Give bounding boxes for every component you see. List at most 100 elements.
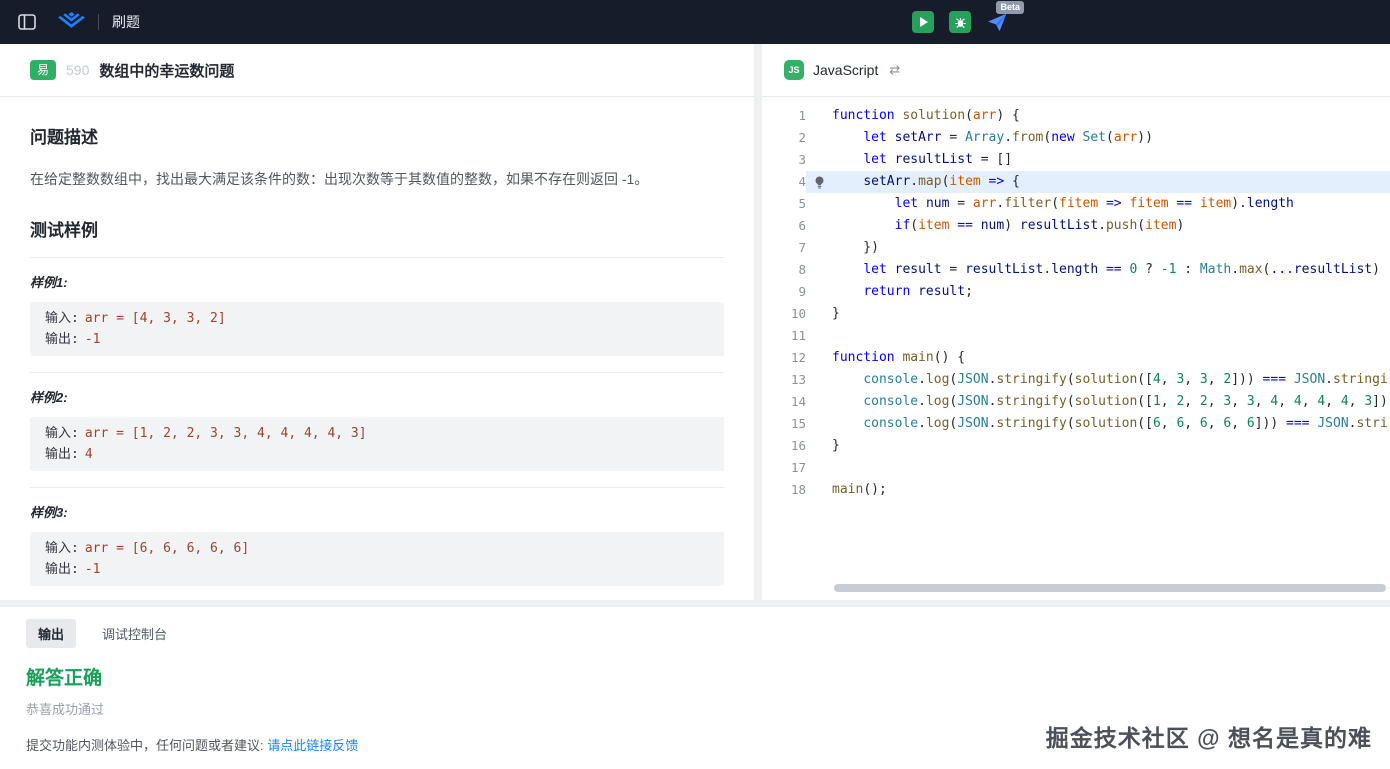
line-number: 9 bbox=[762, 281, 806, 303]
code-line[interactable]: 5 let num = arr.filter(fitem => fitem ==… bbox=[762, 193, 1390, 215]
input-label: 输入: bbox=[45, 541, 79, 556]
code-line[interactable]: 10} bbox=[762, 303, 1390, 325]
samples-heading: 测试样例 bbox=[30, 216, 724, 241]
line-number: 5 bbox=[762, 193, 806, 215]
editor-panel: JS JavaScript ⇄ 1function solution(arr) … bbox=[762, 44, 1390, 600]
difficulty-badge: 易 bbox=[30, 60, 56, 80]
code-line[interactable]: 15 console.log(JSON.stringify(solution([… bbox=[762, 413, 1390, 435]
input-label: 输入: bbox=[45, 311, 79, 326]
problem-description: 在给定整数数组中，找出最大满足该条件的数：出现次数等于其数值的整数，如果不存在则… bbox=[30, 168, 724, 192]
code-line[interactable]: 6 if(item == num) resultList.push(item) bbox=[762, 215, 1390, 237]
problem-panel: 易 590 数组中的幸运数问题 问题描述 在给定整数数组中，找出最大满足该条件的… bbox=[0, 44, 754, 600]
code-line[interactable]: 2 let setArr = Array.from(new Set(arr)) bbox=[762, 127, 1390, 149]
tab-debug-console[interactable]: 调试控制台 bbox=[102, 619, 167, 648]
output-value: 4 bbox=[85, 447, 93, 462]
output-label: 输出: bbox=[45, 332, 79, 347]
sample-block: 输入:arr = [1, 2, 2, 3, 3, 4, 4, 4, 4, 3] … bbox=[30, 417, 724, 471]
input-value: arr = [6, 6, 6, 6, 6] bbox=[85, 541, 249, 556]
sample-1-label: 样例1: bbox=[30, 272, 724, 291]
output-label: 输出: bbox=[45, 562, 79, 577]
line-number: 6 bbox=[762, 215, 806, 237]
beta-badge: Beta bbox=[996, 1, 1024, 14]
input-value: arr = [1, 2, 2, 3, 3, 4, 4, 4, 4, 3] bbox=[85, 426, 367, 441]
code-line[interactable]: 8 let result = resultList.length == 0 ? … bbox=[762, 259, 1390, 281]
language-label[interactable]: JavaScript bbox=[813, 62, 878, 78]
line-number: 14 bbox=[762, 391, 806, 413]
tab-output[interactable]: 输出 bbox=[26, 619, 76, 648]
line-number: 10 bbox=[762, 303, 806, 325]
debug-button[interactable] bbox=[949, 11, 971, 33]
run-button[interactable] bbox=[912, 11, 934, 33]
topbar: 刷题 Beta bbox=[0, 0, 1390, 44]
problem-content: 问题描述 在给定整数数组中，找出最大满足该条件的数：出现次数等于其数值的整数，如… bbox=[0, 97, 754, 600]
swap-language-icon[interactable]: ⇄ bbox=[889, 62, 900, 78]
feedback-link[interactable]: 请点此链接反馈 bbox=[267, 738, 358, 753]
input-value: arr = [4, 3, 3, 2] bbox=[85, 311, 226, 326]
input-label: 输入: bbox=[45, 426, 79, 441]
code-line[interactable]: 11 bbox=[762, 325, 1390, 347]
code-line[interactable]: 9 return result; bbox=[762, 281, 1390, 303]
lightbulb-icon[interactable] bbox=[814, 176, 825, 189]
line-number: 2 bbox=[762, 127, 806, 149]
sidebar-toggle-icon[interactable] bbox=[18, 14, 36, 30]
feedback-text: 提交功能内测体验中，任何问题或者建议: bbox=[26, 738, 267, 753]
paper-plane-icon bbox=[987, 13, 1007, 32]
line-number: 12 bbox=[762, 347, 806, 369]
divider bbox=[30, 372, 724, 373]
code-line[interactable]: 3 let resultList = [] bbox=[762, 149, 1390, 171]
code-line[interactable]: 18main(); bbox=[762, 479, 1390, 501]
sample-block: 输入: arr = [6, 6, 6, 6, 6] 输出: -1 bbox=[30, 532, 724, 586]
line-number: 13 bbox=[762, 369, 806, 391]
line-number: 16 bbox=[762, 435, 806, 457]
sample-2-label: 样例2: bbox=[30, 387, 724, 406]
console-divider[interactable] bbox=[0, 600, 1390, 607]
sample-block: 输入: arr = [4, 3, 3, 2] 输出: -1 bbox=[30, 302, 724, 356]
line-number: 7 bbox=[762, 237, 806, 259]
problem-title: 数组中的幸运数问题 bbox=[99, 60, 234, 81]
line-number: 15 bbox=[762, 413, 806, 435]
horizontal-scrollbar[interactable] bbox=[834, 584, 1386, 592]
watermark: 掘金技术社区 @ 想名是真的难 bbox=[1046, 719, 1372, 753]
line-number: 1 bbox=[762, 105, 806, 127]
panel-divider[interactable] bbox=[754, 44, 762, 600]
line-number: 3 bbox=[762, 149, 806, 171]
console-tabs: 输出 调试控制台 bbox=[26, 619, 1364, 648]
output-value: -1 bbox=[85, 562, 101, 577]
code-line[interactable]: 13 console.log(JSON.stringify(solution([… bbox=[762, 369, 1390, 391]
submit-button[interactable]: Beta bbox=[986, 11, 1008, 33]
result-status: 解答正确 bbox=[26, 663, 1364, 690]
line-number: 11 bbox=[762, 325, 806, 347]
juejin-logo-icon[interactable] bbox=[58, 12, 85, 33]
code-line[interactable]: 17 bbox=[762, 457, 1390, 479]
code-line[interactable]: 12function main() { bbox=[762, 347, 1390, 369]
editor-header: JS JavaScript ⇄ bbox=[762, 44, 1390, 97]
console-panel: 输出 调试控制台 解答正确 恭喜成功通过 提交功能内测体验中，任何问题或者建议:… bbox=[0, 607, 1390, 769]
line-number: 8 bbox=[762, 259, 806, 281]
description-heading: 问题描述 bbox=[30, 123, 724, 148]
javascript-icon: JS bbox=[784, 60, 804, 80]
line-number: 18 bbox=[762, 479, 806, 501]
divider bbox=[30, 487, 724, 488]
code-line[interactable]: 7 }) bbox=[762, 237, 1390, 259]
app-title: 刷题 bbox=[112, 12, 140, 32]
divider bbox=[30, 257, 724, 258]
line-number: 17 bbox=[762, 457, 806, 479]
bug-icon bbox=[954, 16, 967, 29]
output-label: 输出: bbox=[45, 447, 79, 462]
code-line[interactable]: 16} bbox=[762, 435, 1390, 457]
topbar-divider bbox=[98, 14, 99, 30]
app-window: 刷题 Beta 易 590 数组中的幸运 bbox=[0, 0, 1390, 769]
sample-3-label: 样例3: bbox=[30, 502, 724, 521]
code-lines: 1function solution(arr) {2 let setArr = … bbox=[762, 105, 1390, 501]
code-line[interactable]: 1function solution(arr) { bbox=[762, 105, 1390, 127]
code-line[interactable]: 4 setArr.map(item => { bbox=[762, 171, 1390, 193]
code-editor[interactable]: 1function solution(arr) {2 let setArr = … bbox=[762, 97, 1390, 600]
output-value: -1 bbox=[85, 332, 101, 347]
line-number: 4 bbox=[762, 171, 806, 193]
main-split: 易 590 数组中的幸运数问题 问题描述 在给定整数数组中，找出最大满足该条件的… bbox=[0, 44, 1390, 600]
result-subtitle: 恭喜成功通过 bbox=[26, 699, 1364, 718]
code-line[interactable]: 14 console.log(JSON.stringify(solution([… bbox=[762, 391, 1390, 413]
problem-header: 易 590 数组中的幸运数问题 bbox=[0, 44, 754, 97]
problem-id: 590 bbox=[66, 62, 89, 78]
topbar-actions: Beta bbox=[912, 11, 1008, 33]
